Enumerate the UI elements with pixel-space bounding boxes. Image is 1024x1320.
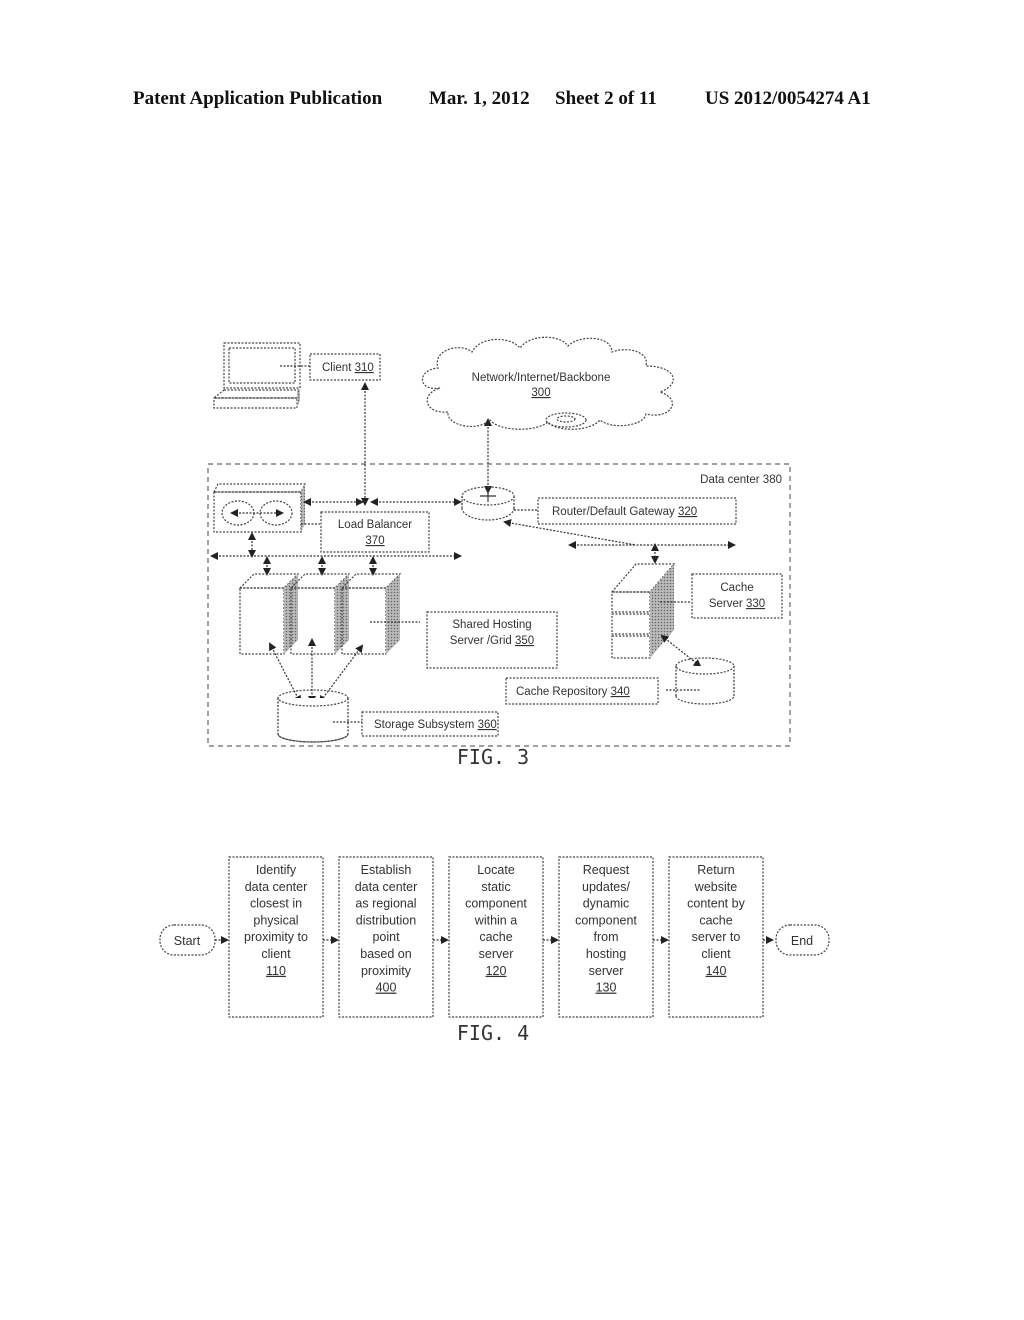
storage-cylinder: [277, 689, 362, 743]
process-step-text: Identify: [256, 863, 297, 877]
svg-text:370: 370: [365, 535, 384, 547]
storage-label: Storage Subsystem 360: [361, 711, 499, 737]
process-step-text: Locate: [477, 863, 515, 877]
svg-text:Router/Default Gateway 320: Router/Default Gateway 320: [552, 506, 697, 518]
process-step-text: component: [465, 897, 527, 911]
cache-server-label: Cache Server 330: [691, 573, 783, 619]
process-step-text: Establish: [361, 863, 412, 877]
laptop-icon: [212, 342, 310, 409]
network-label: Network/Internet/Backbone: [472, 372, 611, 384]
network-cloud: Network/Internet/Backbone 300: [421, 336, 674, 430]
svg-text:Server 330: Server 330: [709, 598, 765, 610]
cache-server-stack: [610, 563, 690, 659]
svg-text:Client 310: Client 310: [322, 362, 374, 374]
process-step-text: physical: [253, 913, 298, 927]
process-step-text: proximity to: [244, 930, 308, 944]
process-step-text: server to: [692, 930, 741, 944]
process-step-text: static: [481, 880, 510, 894]
process-step-text: within a: [474, 913, 517, 927]
start-label: Start: [174, 934, 201, 948]
network-ref: 300: [531, 387, 550, 399]
fig3-caption: FIG. 3: [457, 745, 529, 769]
figures: Client 310 Network/Internet/Backbone 300…: [159, 336, 830, 1045]
svg-text:Server /Grid 350: Server /Grid 350: [450, 635, 534, 647]
process-step-text: dynamic: [583, 897, 630, 911]
process-step-text: hosting: [586, 947, 626, 961]
process-step-ref: 400: [376, 981, 397, 995]
svg-text:Storage Subsystem 360: Storage Subsystem 360: [374, 719, 497, 731]
process-step-text: data center: [355, 880, 418, 894]
process-step-text: point: [372, 930, 400, 944]
cache-repository-label: Cache Repository 340: [505, 677, 659, 705]
process-step-text: server: [589, 964, 624, 978]
svg-text:Cache: Cache: [720, 582, 753, 594]
svg-text:Load Balancer: Load Balancer: [338, 519, 412, 531]
process-step-text: from: [594, 930, 619, 944]
process-step-text: cache: [479, 930, 512, 944]
shared-hosting-label: Shared Hosting Server /Grid 350: [426, 611, 558, 669]
process-step-text: distribution: [356, 913, 416, 927]
process-step-text: component: [575, 913, 637, 927]
process-step-text: updates/: [582, 880, 630, 894]
load-balancer-device: [213, 483, 320, 533]
fig4-caption: FIG. 4: [457, 1021, 529, 1045]
process-step-text: cache: [699, 913, 732, 927]
end-label: End: [791, 934, 813, 948]
process-step-text: as regional: [355, 897, 416, 911]
process-step-text: data center: [245, 880, 308, 894]
process-step-text: based on: [360, 947, 411, 961]
process-step-text: client: [701, 947, 731, 961]
hosting-servers: [238, 573, 420, 655]
svg-text:Shared Hosting: Shared Hosting: [452, 619, 531, 631]
process-step-text: proximity: [361, 964, 412, 978]
process-step-text: content by: [687, 897, 745, 911]
process-step-ref: 130: [596, 981, 617, 995]
client-label: Client 310: [309, 353, 381, 381]
svg-text:Cache Repository 340: Cache Repository 340: [516, 686, 630, 698]
load-balancer-label: Load Balancer 370: [320, 511, 430, 553]
process-step-text: Request: [583, 863, 630, 877]
process-step-text: Return: [697, 863, 735, 877]
process-step-text: server: [479, 947, 514, 961]
process-step-ref: 140: [706, 964, 727, 978]
process-step-ref: 120: [486, 964, 507, 978]
process-step-text: website: [694, 880, 737, 894]
cache-repository-cylinder: [666, 657, 735, 705]
process-step-text: client: [261, 947, 291, 961]
fig3-diagram: Client 310 Network/Internet/Backbone 300…: [207, 336, 791, 769]
process-step-text: closest in: [250, 897, 302, 911]
router-icon: [461, 486, 538, 521]
router-label: Router/Default Gateway 320: [537, 497, 737, 525]
data-center-label: Data center 380: [700, 474, 782, 486]
fig4-flowchart: Start Identify data center closest in physi…: [159, 856, 830, 1045]
process-step-ref: 110: [266, 964, 286, 978]
